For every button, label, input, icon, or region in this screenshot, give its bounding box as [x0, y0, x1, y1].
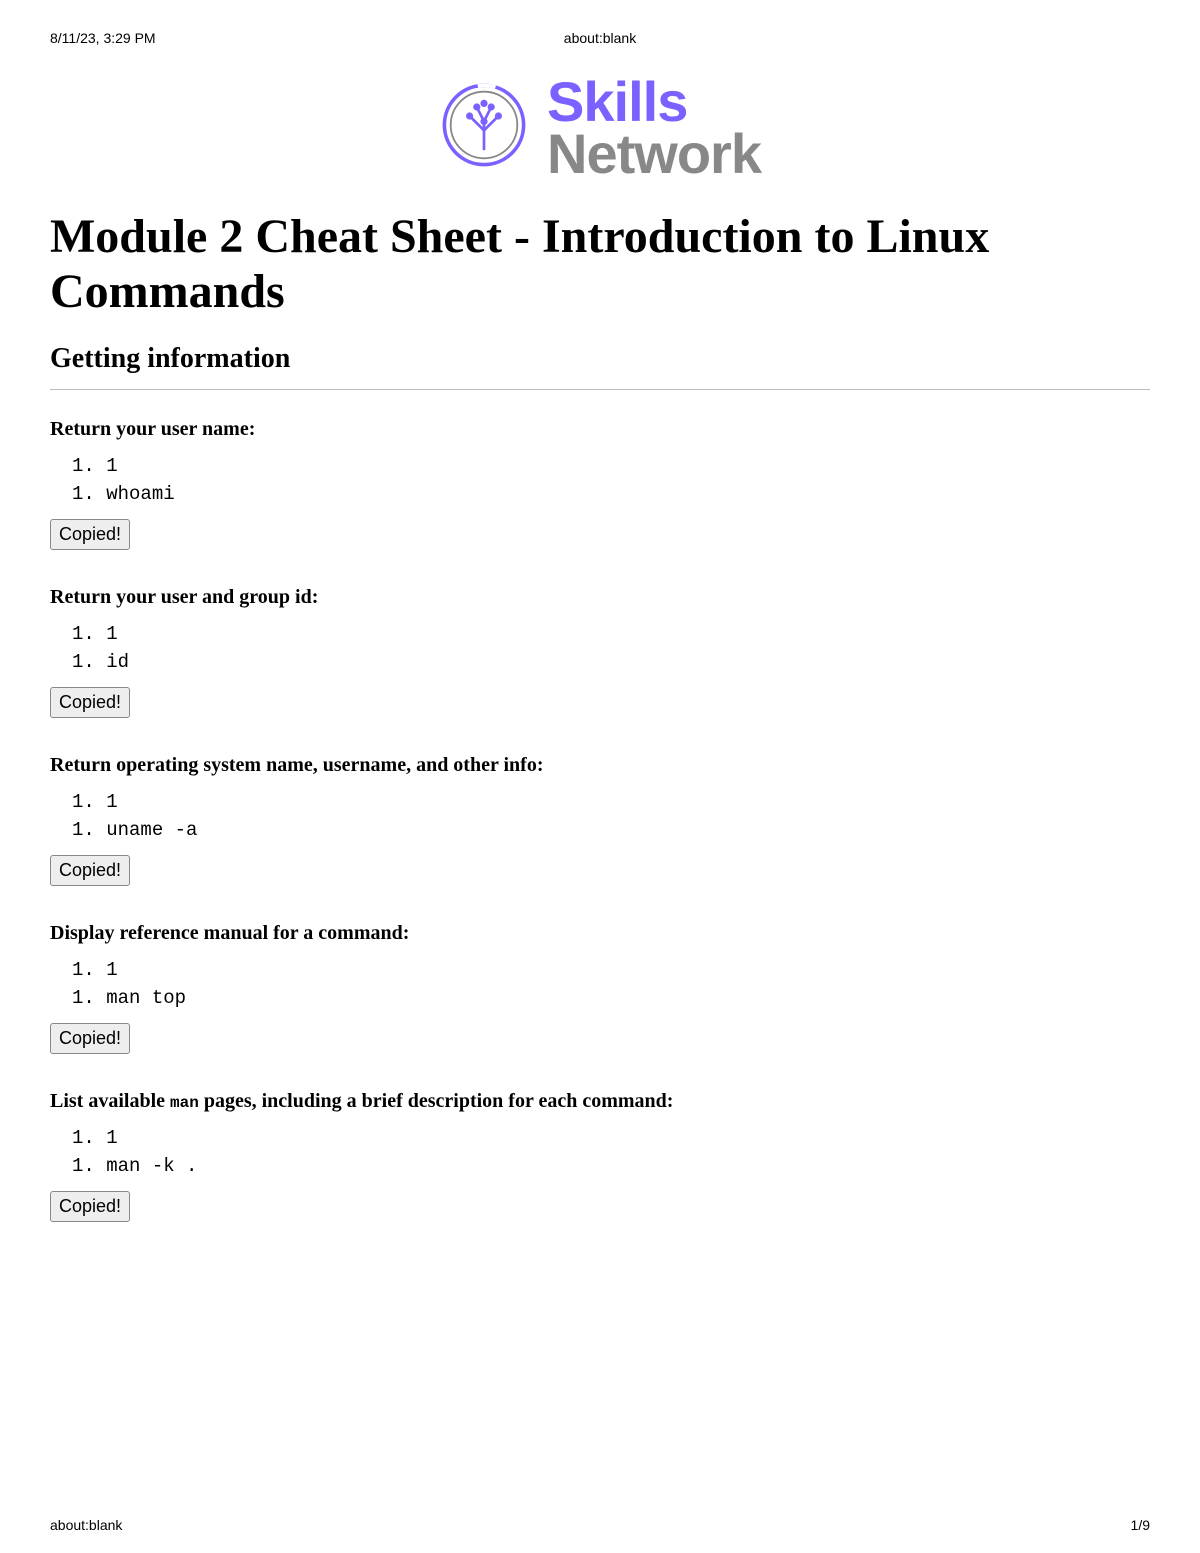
code-block: 1. 1 1. whoami — [72, 455, 1150, 505]
logo-line2: Network — [547, 128, 761, 180]
logo-text: Skills Network — [547, 76, 761, 179]
heading-part: List available — [50, 1090, 170, 1112]
item-heading: Return operating system name, username, … — [50, 754, 1150, 777]
code-block: 1. 1 1. man top — [72, 959, 1150, 1009]
code-line: 1. whoami — [72, 483, 1150, 505]
code-block: 1. 1 1. uname -a — [72, 791, 1150, 841]
code-line: 1. man -k . — [72, 1155, 1150, 1177]
network-tree-icon — [439, 80, 529, 175]
item-heading: Return your user and group id: — [50, 586, 1150, 609]
copied-button[interactable]: Copied! — [50, 687, 130, 718]
print-header: 8/11/23, 3:29 PM about:blank — [50, 30, 1150, 46]
heading-mono: man — [170, 1094, 199, 1112]
copied-button[interactable]: Copied! — [50, 519, 130, 550]
code-line: 1. 1 — [72, 455, 1150, 477]
code-line: 1. 1 — [72, 1127, 1150, 1149]
code-line: 1. 1 — [72, 623, 1150, 645]
print-header-timestamp: 8/11/23, 3:29 PM — [50, 30, 156, 46]
code-line: 1. 1 — [72, 791, 1150, 813]
code-line: 1. man top — [72, 987, 1150, 1009]
heading-part: pages, including a brief description for… — [199, 1090, 674, 1112]
item-heading: Return your user name: — [50, 418, 1150, 441]
copied-button[interactable]: Copied! — [50, 1191, 130, 1222]
print-footer-url: about:blank — [50, 1517, 122, 1533]
section-heading: Getting information — [50, 343, 1150, 375]
code-line: 1. 1 — [72, 959, 1150, 981]
logo-block: Skills Network — [50, 76, 1150, 179]
print-header-url: about:blank — [564, 30, 636, 46]
code-line: 1. uname -a — [72, 819, 1150, 841]
code-block: 1. 1 1. id — [72, 623, 1150, 673]
code-block: 1. 1 1. man -k . — [72, 1127, 1150, 1177]
print-footer-page: 1/9 — [1131, 1517, 1150, 1533]
page-title: Module 2 Cheat Sheet - Introduction to L… — [50, 209, 1150, 319]
logo: Skills Network — [439, 76, 761, 179]
page: 8/11/23, 3:29 PM about:blank — [0, 0, 1200, 1553]
divider — [50, 389, 1150, 390]
print-footer: about:blank 1/9 — [50, 1517, 1150, 1533]
item-heading: List available man pages, including a br… — [50, 1090, 1150, 1113]
copied-button[interactable]: Copied! — [50, 1023, 130, 1054]
copied-button[interactable]: Copied! — [50, 855, 130, 886]
item-heading: Display reference manual for a command: — [50, 922, 1150, 945]
code-line: 1. id — [72, 651, 1150, 673]
logo-line1: Skills — [547, 76, 761, 128]
